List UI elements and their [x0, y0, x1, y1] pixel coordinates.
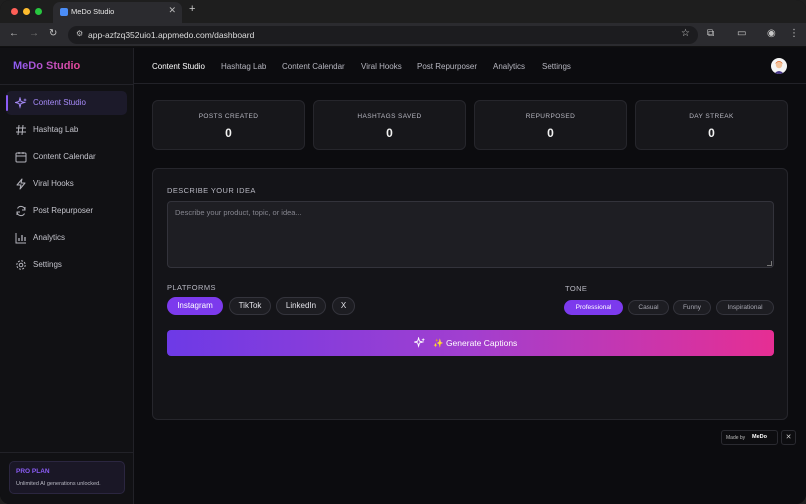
reload-icon[interactable]: ↻	[49, 29, 57, 39]
topnav-content-calendar[interactable]: Content Calendar	[282, 62, 345, 71]
tone-label: TONE	[565, 284, 588, 293]
idea-input[interactable]	[167, 201, 774, 268]
avatar[interactable]	[771, 58, 787, 74]
stat-value: 0	[386, 126, 393, 140]
url-text: app-azfzq352uio1.appmedo.com/dashboard	[88, 30, 255, 40]
media-icon[interactable]: ▭	[737, 29, 746, 39]
stat-label: HASHTAGS SAVED	[357, 113, 422, 120]
browser-window: MeDo Studio ✕ + ← → ↻ ⚙ app-azfzq352uio1…	[0, 0, 806, 504]
resize-handle-icon[interactable]	[767, 261, 772, 266]
stat-card-repurposed: REPURPOSED 0	[474, 100, 627, 150]
stat-value: 0	[547, 126, 554, 140]
sparkle-icon	[15, 97, 27, 109]
topnav-analytics[interactable]: Analytics	[493, 62, 525, 71]
pro-plan-subtitle: Unlimited AI generations unlocked.	[16, 481, 101, 487]
forward-icon[interactable]: →	[29, 29, 39, 39]
tone-chip-funny[interactable]: Funny	[673, 300, 711, 315]
topnav-settings[interactable]: Settings	[542, 62, 571, 71]
composer-panel: DESCRIBE YOUR IDEA PLATFORMS Instagram T…	[152, 168, 788, 420]
sidebar-item-label: Post Repurposer	[33, 206, 94, 215]
idea-label: DESCRIBE YOUR IDEA	[167, 186, 256, 195]
brand-logo[interactable]: MeDo Studio	[13, 60, 80, 72]
stat-label: DAY STREAK	[689, 113, 734, 120]
divider	[0, 84, 134, 85]
address-bar[interactable]: ⚙ app-azfzq352uio1.appmedo.com/dashboard…	[68, 26, 698, 44]
sparkle-icon	[414, 337, 425, 348]
platform-chip-linkedin[interactable]: LinkedIn	[276, 297, 326, 315]
app-root: MeDo Studio Content Studio Hashtag Lab C…	[0, 48, 806, 504]
stat-card-posts-created: POSTS CREATED 0	[152, 100, 305, 150]
topnav-post-repurposer[interactable]: Post Repurposer	[417, 62, 477, 71]
badge-close-icon[interactable]: ✕	[781, 430, 796, 445]
hash-icon	[16, 124, 26, 136]
minimize-window-button[interactable]	[23, 8, 30, 15]
badge-text: Made by	[726, 435, 746, 441]
stat-label: POSTS CREATED	[198, 113, 259, 120]
profile-icon[interactable]: ◉	[767, 29, 776, 39]
close-window-button[interactable]	[11, 8, 18, 15]
bookmark-star-icon[interactable]: ☆	[681, 29, 690, 39]
sidebar-item-post-repurposer[interactable]: Post Repurposer	[6, 199, 127, 223]
sidebar-item-label: Analytics	[33, 233, 66, 242]
new-tab-icon[interactable]: +	[189, 4, 195, 15]
stat-card-hashtags-saved: HASHTAGS SAVED 0	[313, 100, 466, 150]
menu-icon[interactable]: ⋮	[789, 29, 799, 39]
stat-value: 0	[225, 126, 232, 140]
topnav-viral-hooks[interactable]: Viral Hooks	[361, 62, 402, 71]
tone-chip-professional[interactable]: Professional	[564, 300, 623, 315]
sidebar-item-content-calendar[interactable]: Content Calendar	[6, 145, 127, 169]
browser-tab[interactable]: MeDo Studio ✕	[53, 2, 182, 23]
sidebar-item-viral-hooks[interactable]: Viral Hooks	[6, 172, 127, 196]
badge-brand: MeDo	[752, 434, 767, 440]
sidebar-item-label: Hashtag Lab	[33, 125, 79, 134]
sidebar-item-label: Viral Hooks	[33, 179, 74, 188]
sidebar-item-label: Content Calendar	[33, 152, 96, 161]
sidebar-item-content-studio[interactable]: Content Studio	[6, 91, 127, 115]
lightning-icon	[16, 178, 26, 190]
user-avatar-icon	[774, 61, 784, 74]
calendar-icon	[15, 152, 27, 163]
top-nav: Content Studio Hashtag Lab Content Calen…	[134, 48, 806, 84]
topnav-content-studio[interactable]: Content Studio	[152, 62, 205, 71]
platforms-label: PLATFORMS	[167, 283, 216, 292]
sidebar: MeDo Studio Content Studio Hashtag Lab C…	[0, 48, 134, 504]
generate-captions-label: ✨ Generate Captions	[433, 338, 518, 348]
pro-plan-card: PRO PLAN Unlimited AI generations unlock…	[9, 461, 125, 494]
topnav-hashtag-lab[interactable]: Hashtag Lab	[221, 62, 266, 71]
favicon-icon	[60, 8, 68, 16]
tab-title: MeDo Studio	[71, 7, 115, 16]
platform-chip-tiktok[interactable]: TikTok	[229, 297, 271, 315]
pro-plan-title: PRO PLAN	[16, 468, 50, 475]
close-tab-icon[interactable]: ✕	[168, 6, 176, 15]
browser-toolbar: ← → ↻ ⚙ app-azfzq352uio1.appmedo.com/das…	[0, 23, 806, 47]
tone-chip-casual[interactable]: Casual	[628, 300, 669, 315]
platform-chip-instagram[interactable]: Instagram	[167, 297, 223, 315]
platform-chip-x[interactable]: X	[332, 297, 355, 315]
made-by-badge[interactable]: Made by MeDo	[721, 430, 778, 445]
tone-chip-inspirational[interactable]: Inspirational	[716, 300, 774, 315]
browser-tab-bar: MeDo Studio ✕ +	[0, 0, 806, 23]
sidebar-item-settings[interactable]: Settings	[6, 253, 127, 277]
refresh-icon	[16, 205, 26, 217]
sidebar-item-hashtag-lab[interactable]: Hashtag Lab	[6, 118, 127, 142]
divider	[0, 452, 134, 453]
gear-icon	[16, 260, 26, 270]
stat-label: REPURPOSED	[525, 113, 576, 120]
stat-value: 0	[708, 126, 715, 140]
generate-captions-button[interactable]: ✨ Generate Captions	[167, 330, 774, 356]
stat-card-day-streak: DAY STREAK 0	[635, 100, 788, 150]
bar-chart-icon	[15, 233, 26, 244]
sidebar-item-label: Content Studio	[33, 98, 86, 107]
sidebar-item-label: Settings	[33, 260, 62, 269]
site-settings-icon[interactable]: ⚙	[76, 30, 83, 38]
sidebar-item-analytics[interactable]: Analytics	[6, 226, 127, 250]
back-icon[interactable]: ←	[9, 29, 19, 39]
maximize-window-button[interactable]	[35, 8, 42, 15]
extensions-icon[interactable]: ⧉	[707, 29, 714, 39]
